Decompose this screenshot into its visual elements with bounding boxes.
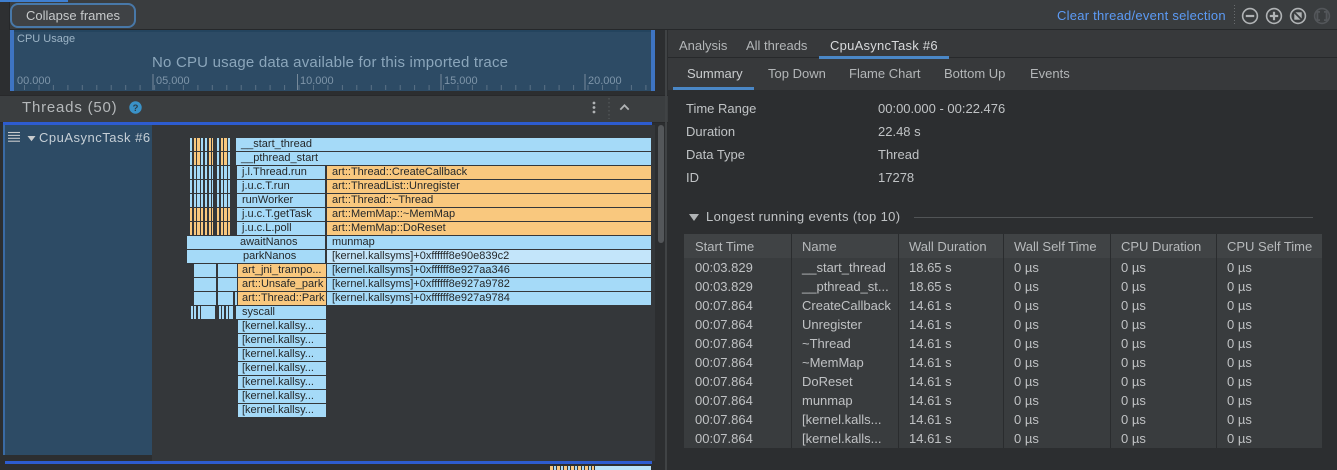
svg-text:?: ? (133, 103, 139, 114)
